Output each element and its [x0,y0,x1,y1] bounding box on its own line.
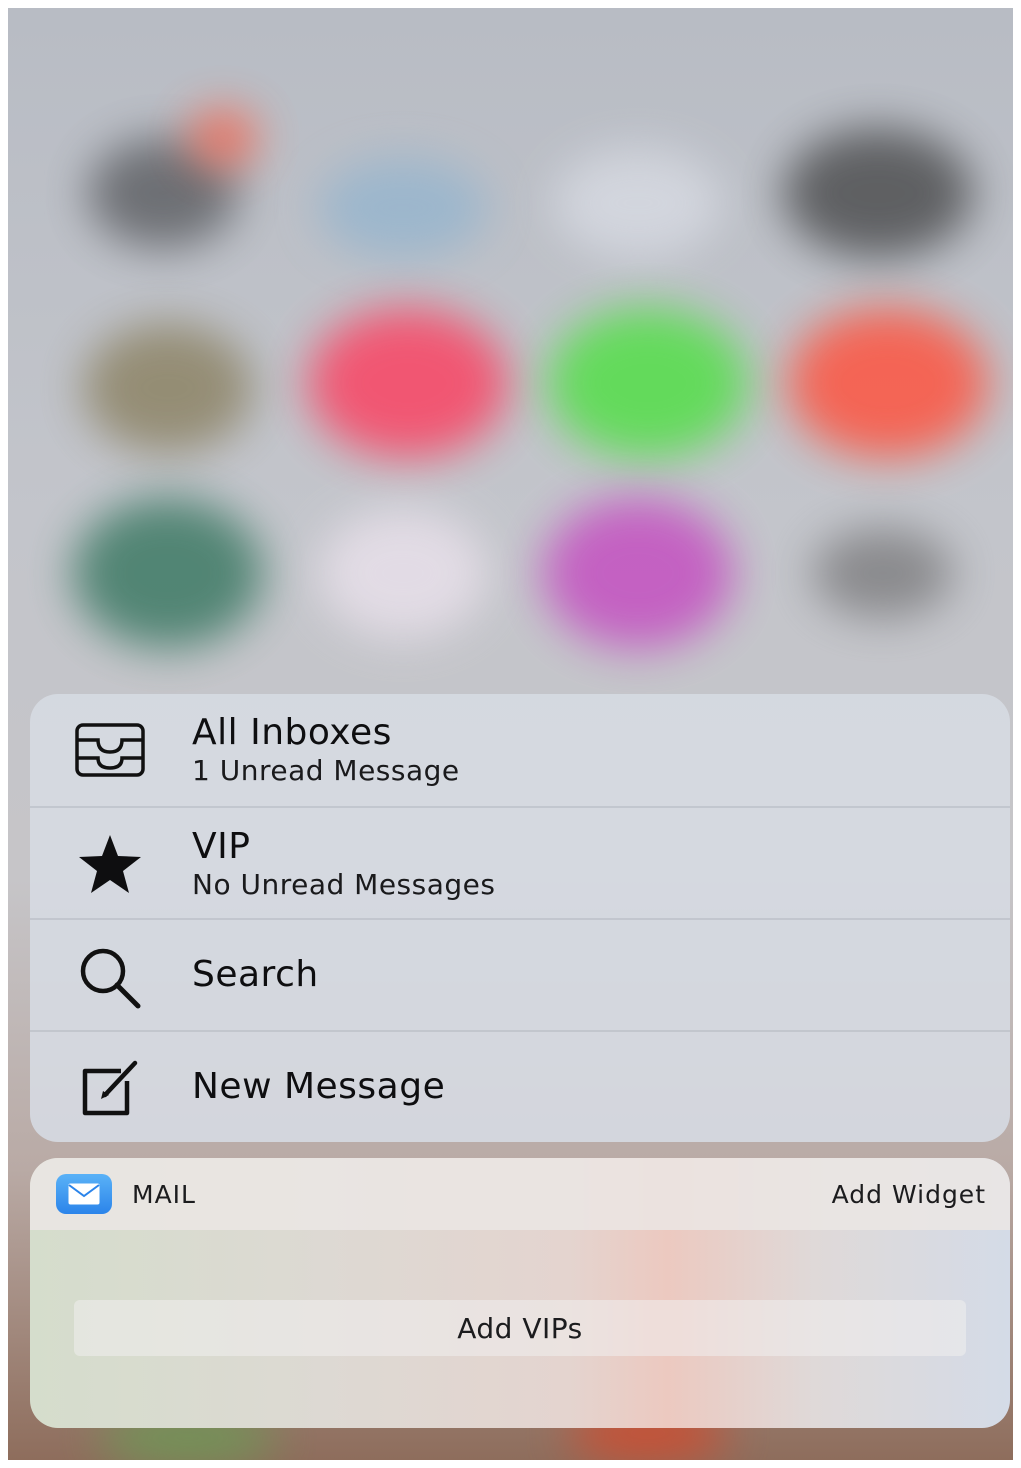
mail-envelope-icon [56,1174,112,1214]
quick-actions-menu: All Inboxes 1 Unread Message VIP No Unre… [30,694,1010,1142]
blurred-app-icon [83,323,253,453]
home-screen-background: All Inboxes 1 Unread Message VIP No Unre… [8,8,1013,1460]
widget-app-name: MAIL [132,1180,196,1209]
blurred-app-icon [543,498,733,648]
blurred-app-icon [788,308,988,458]
add-widget-button[interactable]: Add Widget [832,1180,986,1209]
quick-action-vip[interactable]: VIP No Unread Messages [30,806,1010,920]
inbox-tray-icon [74,714,146,786]
blurred-app-icon [318,508,488,638]
star-icon [74,828,146,900]
search-icon [74,942,146,1014]
blurred-app-icon [548,308,748,458]
quick-action-title: VIP [192,826,251,867]
blurred-app-icon [318,158,488,258]
blurred-app-icon [813,528,953,618]
blurred-app-icon [783,128,973,258]
quick-action-subtitle: No Unread Messages [192,868,496,901]
quick-action-subtitle: 1 Unread Message [192,754,460,787]
compose-icon [74,1052,146,1124]
mail-vip-widget: MAIL Add Widget Add VIPs [30,1158,1010,1428]
quick-action-search[interactable]: Search [30,918,1010,1032]
widget-header: MAIL Add Widget [30,1158,1010,1230]
quick-action-new-message[interactable]: New Message [30,1030,1010,1142]
blurred-app-icon [73,498,263,648]
blurred-app-icon [553,148,723,258]
quick-action-title: New Message [192,1066,446,1107]
quick-action-title: Search [192,954,319,995]
blurred-app-badge [188,108,258,168]
blurred-app-icon [308,308,508,458]
quick-action-all-inboxes[interactable]: All Inboxes 1 Unread Message [30,694,1010,806]
add-vips-button[interactable]: Add VIPs [74,1300,966,1356]
quick-action-title: All Inboxes [192,712,392,753]
